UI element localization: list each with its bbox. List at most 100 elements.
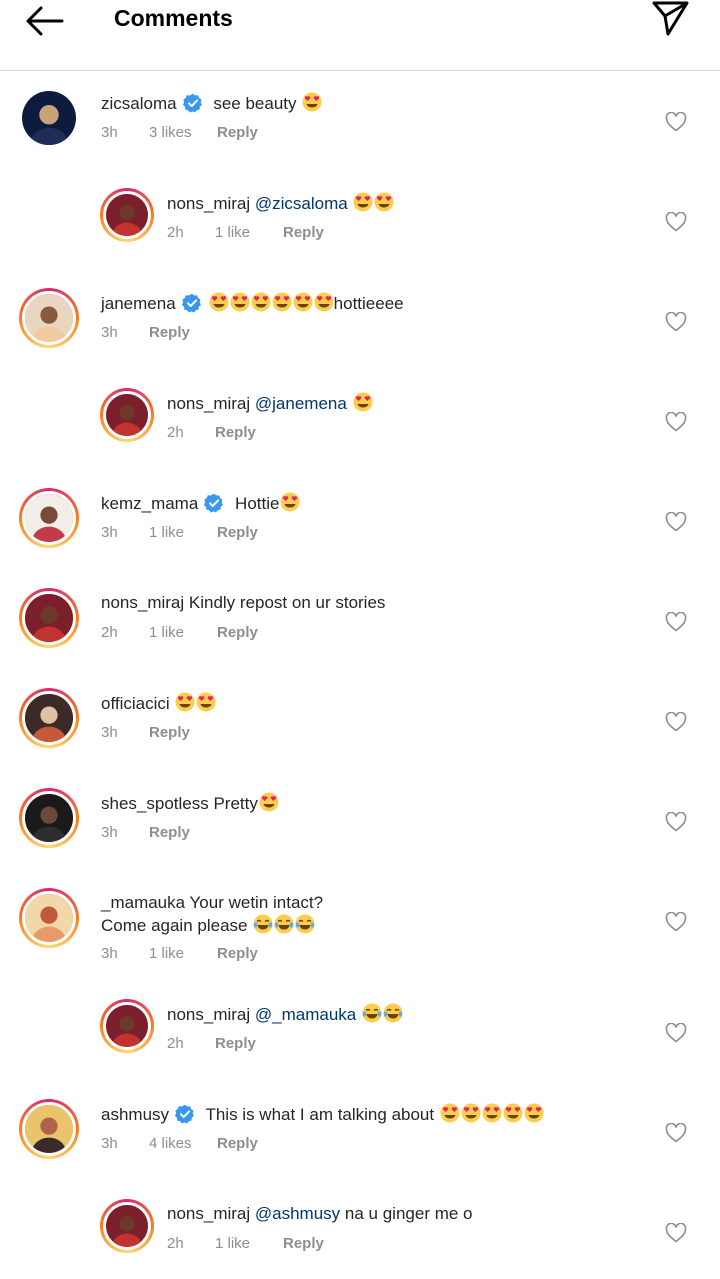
comment-body [348, 194, 353, 213]
reply-button[interactable]: Reply [217, 524, 258, 541]
reply-button[interactable]: Reply [283, 224, 324, 241]
comment-time: 3h [101, 724, 118, 741]
comment-username[interactable]: janemena [101, 294, 176, 313]
comment-row: nons_miraj @zicsaloma 2h 1 like Reply [0, 172, 720, 272]
heart-outline-icon[interactable] [665, 812, 687, 832]
reply-button[interactable]: Reply [149, 324, 190, 341]
comment-time: 3h [101, 324, 118, 341]
comment-time: 2h [167, 224, 184, 241]
reply-button[interactable]: Reply [217, 1135, 258, 1152]
header-bar: Comments [0, 0, 720, 71]
avatar-photo [106, 1005, 148, 1047]
comment-text: _mamauka Your wetin intact? Come again pl… [101, 892, 323, 937]
comment-username[interactable]: nons_miraj [167, 394, 250, 413]
comment-meta: 3h Reply [101, 724, 190, 741]
comment-likes[interactable]: 1 like [149, 624, 217, 641]
heart-outline-icon[interactable] [665, 1023, 687, 1043]
heart-outline-icon[interactable] [665, 1123, 687, 1143]
reply-button[interactable]: Reply [149, 824, 190, 841]
heart-outline-icon[interactable] [665, 212, 687, 232]
reply-button[interactable]: Reply [283, 1235, 324, 1252]
avatar[interactable] [100, 1199, 154, 1253]
reply-button[interactable]: Reply [217, 124, 258, 141]
tears-of-joy-emoji [362, 1003, 382, 1023]
comment-likes[interactable]: 1 like [215, 224, 283, 241]
comment-mention[interactable]: @ashmusy [255, 1204, 340, 1223]
avatar[interactable] [19, 788, 79, 848]
heart-outline-icon[interactable] [665, 612, 687, 632]
reply-button[interactable]: Reply [215, 424, 256, 441]
comment-mention[interactable]: @janemena [255, 394, 347, 413]
avatar-photo [25, 794, 73, 842]
comment-row: kemz_mama Hottie 3h 1 like Reply [0, 472, 720, 572]
comment-text: janemena hottieeee [101, 292, 404, 315]
comment-username[interactable]: kemz_mama [101, 494, 198, 513]
comment-body: Kindly repost on ur stories [184, 593, 386, 612]
avatar[interactable] [19, 688, 79, 748]
comment-row: zicsaloma see beauty 3h 3 likes Reply [0, 72, 720, 172]
comment-likes[interactable]: 3 likes [149, 124, 217, 141]
comment-username[interactable]: officiacici [101, 694, 170, 713]
avatar-photo [25, 694, 73, 742]
comment-username[interactable]: nons_miraj [167, 1204, 250, 1223]
reply-button[interactable]: Reply [217, 624, 258, 641]
avatar[interactable] [19, 288, 79, 348]
heart-eyes-emoji [461, 1103, 481, 1123]
tears-of-joy-emoji [253, 914, 273, 934]
comment-body: Pretty [208, 794, 258, 813]
heart-outline-icon[interactable] [665, 1223, 687, 1243]
avatar[interactable] [19, 1099, 79, 1159]
comment-username[interactable]: _mamauka [101, 893, 185, 912]
comment-likes[interactable]: 4 likes [149, 1135, 217, 1152]
comment-username[interactable]: nons_miraj [167, 1005, 250, 1024]
comment-meta: 3h 4 likes Reply [101, 1135, 258, 1152]
comment-likes[interactable]: 1 like [149, 945, 217, 962]
comment-row: ashmusy This is what I am talking about … [0, 1083, 720, 1183]
comment-body: Your wetin intact? [185, 893, 324, 912]
comment-row: nons_miraj @ashmusy na u ginger me o 2h 1 … [0, 1183, 720, 1279]
comment-row: nons_miraj @_mamauka 2h Reply [0, 983, 720, 1083]
comment-username[interactable]: zicsaloma [101, 94, 177, 113]
comment-body [347, 394, 352, 413]
heart-eyes-emoji [259, 792, 279, 812]
comment-time: 3h [101, 824, 118, 841]
comment-username[interactable]: nons_miraj [101, 593, 184, 612]
avatar[interactable] [19, 88, 79, 148]
comment-username[interactable]: ashmusy [101, 1105, 169, 1124]
heart-outline-icon[interactable] [665, 712, 687, 732]
heart-outline-icon[interactable] [665, 312, 687, 332]
comment-likes[interactable]: 1 like [149, 524, 217, 541]
avatar[interactable] [100, 388, 154, 442]
comment-likes[interactable]: 1 like [215, 1235, 283, 1252]
comment-username[interactable]: shes_spotless [101, 794, 209, 813]
comment-mention[interactable]: @zicsaloma [255, 194, 348, 213]
heart-outline-icon[interactable] [665, 912, 687, 932]
comment-text: zicsaloma see beauty [101, 92, 322, 115]
avatar[interactable] [19, 588, 79, 648]
avatar[interactable] [19, 888, 79, 948]
avatar[interactable] [100, 188, 154, 242]
comment-meta: 2h 1 like Reply [167, 1235, 324, 1252]
comment-time: 3h [101, 1135, 118, 1152]
comment-row: officiacici 3h Reply [0, 672, 720, 772]
heart-outline-icon[interactable] [665, 112, 687, 132]
comment-time: 3h [101, 524, 118, 541]
heart-eyes-emoji [230, 292, 250, 312]
avatar-photo [106, 1205, 148, 1247]
back-arrow-icon[interactable] [24, 4, 66, 38]
heart-outline-icon[interactable] [665, 512, 687, 532]
reply-button[interactable]: Reply [215, 1035, 256, 1052]
heart-eyes-emoji [280, 492, 300, 512]
heart-outline-icon[interactable] [665, 412, 687, 432]
avatar[interactable] [100, 999, 154, 1053]
heart-eyes-emoji [272, 292, 292, 312]
paper-plane-icon[interactable] [650, 0, 690, 36]
comment-text: nons_miraj @ashmusy na u ginger me o [167, 1203, 473, 1225]
comment-body: This is what I am talking about [201, 1105, 439, 1124]
avatar[interactable] [19, 488, 79, 548]
reply-button[interactable]: Reply [217, 945, 258, 962]
comment-mention[interactable]: @_mamauka [255, 1005, 356, 1024]
avatar-photo [22, 91, 76, 145]
comment-username[interactable]: nons_miraj [167, 194, 250, 213]
reply-button[interactable]: Reply [149, 724, 190, 741]
